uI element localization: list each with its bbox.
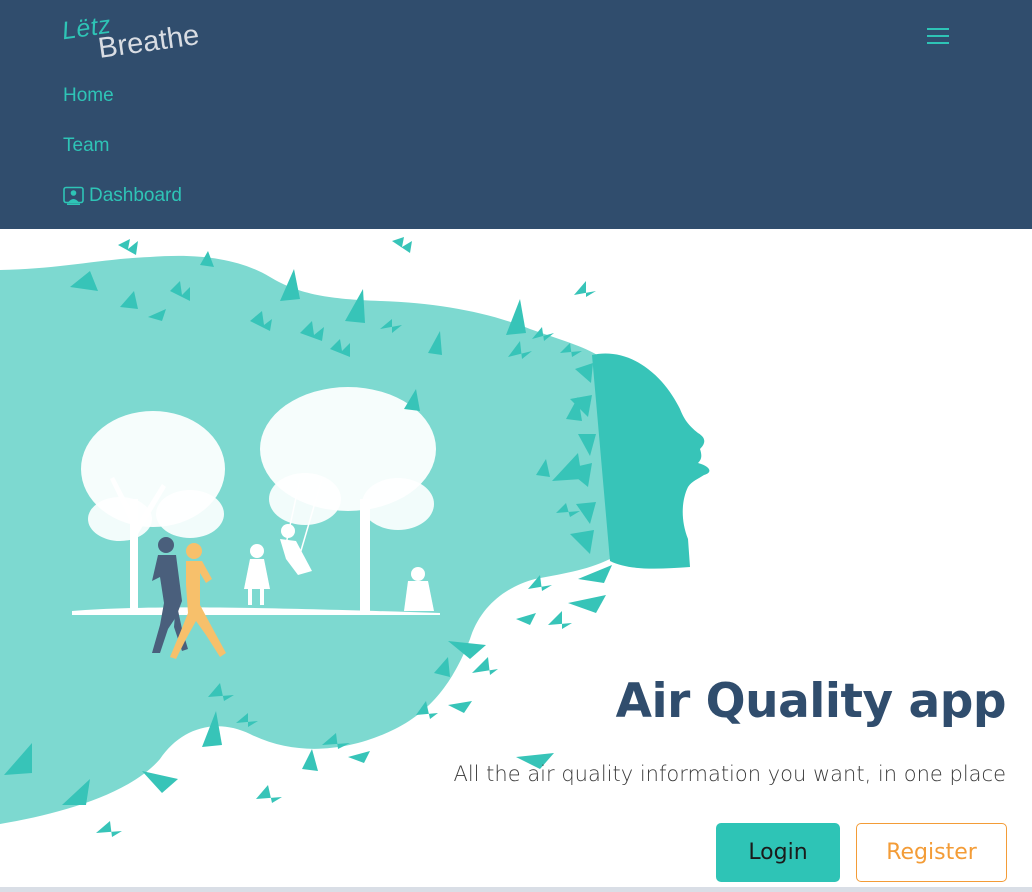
page-bottom-edge	[0, 887, 1032, 892]
hero-subtitle: All the air quality information you want…	[453, 762, 1006, 786]
nav-link-dashboard-label: Dashboard	[89, 185, 182, 206]
user-dashboard-icon	[63, 186, 84, 205]
hamburger-menu-icon[interactable]	[924, 24, 952, 48]
nav-link-team[interactable]: Team	[63, 132, 182, 160]
nav-link-dashboard[interactable]: Dashboard	[63, 182, 182, 210]
nav-link-home[interactable]: Home	[63, 82, 182, 110]
brand-logo[interactable]: Lëtz Breathe	[60, 10, 210, 70]
hero-title: Air Quality app	[615, 674, 1007, 729]
logo-text-breathe: Breathe	[96, 19, 202, 65]
hair-shape	[0, 255, 610, 824]
login-button[interactable]: Login	[716, 823, 840, 882]
register-button[interactable]: Register	[856, 823, 1007, 882]
nav-link-team-label: Team	[63, 135, 110, 156]
nav-link-home-label: Home	[63, 85, 114, 106]
hero-section: Air Quality app All the air quality info…	[0, 229, 1032, 887]
nav-links: Home Team Dashboard	[63, 82, 182, 232]
hero-illustration	[0, 237, 710, 837]
top-navbar: Lëtz Breathe Home Team Dashboard	[0, 0, 1032, 229]
woman-profile	[592, 353, 710, 569]
